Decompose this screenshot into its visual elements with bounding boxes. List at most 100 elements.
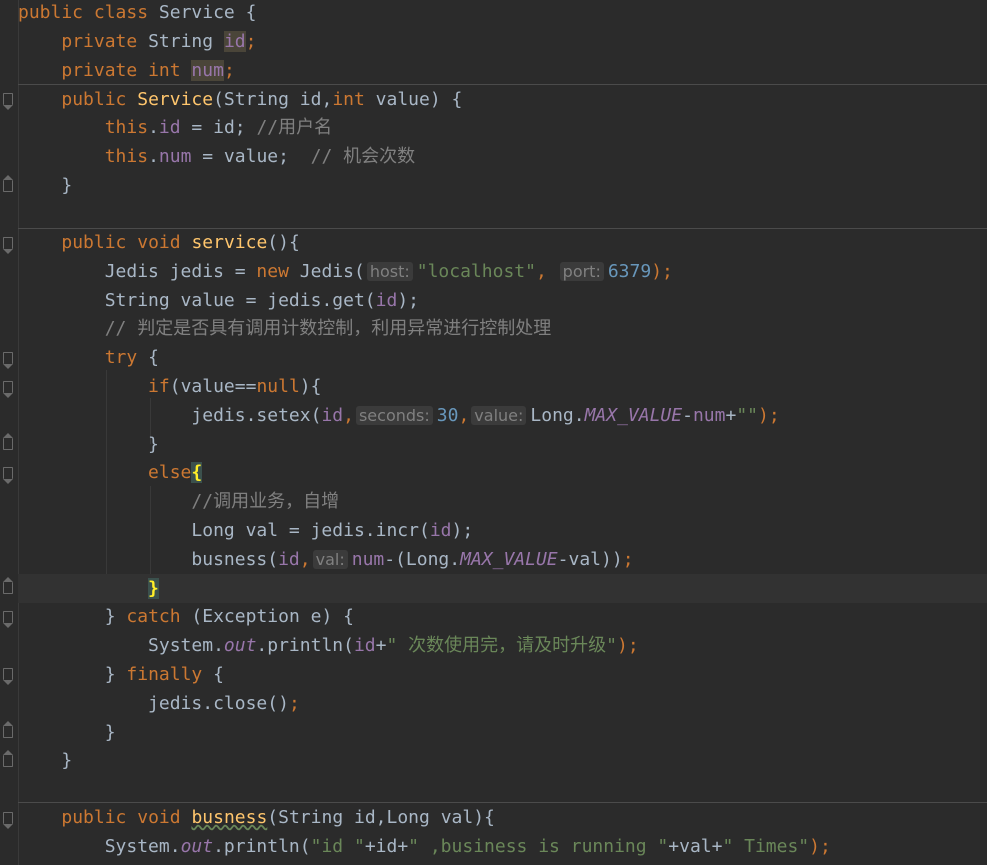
token: "" [736,405,759,426]
code-line-8: public void service(){ [18,228,987,257]
code-line-18: Long val = jedis.incr(id); [18,516,987,545]
token: id [321,405,344,426]
token: , [343,405,354,426]
token: , [535,261,547,282]
code-line-4: public Service(String id,int value) { [18,85,987,114]
fold-collapse-icon[interactable] [3,812,13,829]
code-line-1: public class Service { [18,0,987,27]
code-line-22: System.out.println(id+" 次数使用完，请及时升级"); [18,631,987,660]
token: ); [651,261,673,282]
code-line-25: } [18,718,987,747]
token: System. [148,635,224,656]
fold-collapse-icon[interactable] [3,352,13,369]
token: id [353,635,376,656]
token: id [429,520,452,541]
token: this [104,146,149,167]
fold-expand-icon[interactable] [3,433,13,450]
token: this [104,117,149,138]
token: , [458,405,470,426]
token: ); [451,520,474,541]
token: " 次数使用完，请及时升级" [386,635,618,656]
code-line-28: System.out.println("id "+id+" ,business … [18,832,987,861]
token: // 判定是否具有调用计数控制，利用异常进行控制处理 [104,318,552,339]
token: } [61,750,73,771]
token: 30 [436,405,459,426]
code-line-26: } [18,746,987,775]
token: num [692,405,726,426]
token: } [104,664,127,685]
fold-collapse-icon[interactable] [3,467,13,484]
token: ; [223,60,235,81]
token: num [191,60,224,81]
token: .println( [256,635,354,656]
code-line-10: String value = jedis.get(id); [18,286,987,315]
code-line-5: this.id = id; //用户名 [18,113,987,142]
token: " ,business is running " [408,836,669,857]
token: String [148,31,214,52]
token: . [148,146,159,167]
token: Long. [530,405,585,426]
token: Long val = jedis.incr( [191,520,430,541]
token: int [332,89,365,110]
code-line-17: //调用业务，自增 [18,487,987,516]
token: ); [758,405,780,426]
code-line-24: jedis.close(); [18,689,987,718]
token: public class [18,2,149,23]
token: - [682,405,693,426]
token: -(Long. [384,549,461,570]
token: (String id, [213,89,333,110]
code-line-11: // 判定是否具有调用计数控制，利用异常进行控制处理 [18,314,987,343]
token: num [158,146,192,167]
code-line-3: private int num; [18,56,987,85]
token: service [191,232,268,253]
code-line-15: } [18,430,987,459]
code-line-20-current[interactable]: } [18,574,987,603]
token: } [104,606,127,627]
token: new [256,261,289,282]
token: public [61,807,127,828]
token: , [299,549,311,570]
token: (value== [169,376,257,397]
token: ); [397,290,420,311]
token: id [278,549,300,570]
token: { [213,664,224,685]
parameter-hint: value: [471,406,527,425]
token: . [148,117,159,138]
token: //用户名 [256,117,333,138]
token: { [148,347,159,368]
fold-expand-icon[interactable] [3,577,13,594]
token: MAX_VALUE [584,405,683,426]
fold-expand-icon[interactable] [3,175,13,192]
fold-collapse-icon[interactable] [3,237,13,254]
token: void [137,232,181,253]
token: out [223,635,257,656]
token: Jedis jedis = [104,261,257,282]
fold-expand-icon[interactable] [3,721,13,738]
token: +id+ [364,836,409,857]
token: + [725,405,737,426]
token: ; [622,549,634,570]
token: private [61,31,138,52]
token: MAX_VALUE [460,549,558,570]
fold-collapse-icon[interactable] [3,611,13,628]
token: int [148,60,181,81]
code-line-19: busness(id, val: num-(Long.MAX_VALUE-val))… [18,545,987,574]
token: Service [137,89,214,110]
token: private [61,60,138,81]
fold-expand-icon[interactable] [3,750,13,767]
token: catch [126,606,181,627]
token: busness [191,807,268,828]
code-line-12: try { [18,343,987,372]
token: "id " [310,836,365,857]
fold-collapse-icon[interactable] [3,93,13,110]
code-line-21: } catch (Exception e) { [18,602,987,631]
token: finally [126,664,203,685]
token: ); [809,836,831,857]
token: = value; [191,146,311,167]
fold-collapse-icon[interactable] [3,381,13,398]
token: Service { [158,2,257,23]
code-line-7: } [18,171,987,200]
fold-collapse-icon[interactable] [3,668,13,685]
token: id [158,117,181,138]
token: 6379 [607,261,652,282]
